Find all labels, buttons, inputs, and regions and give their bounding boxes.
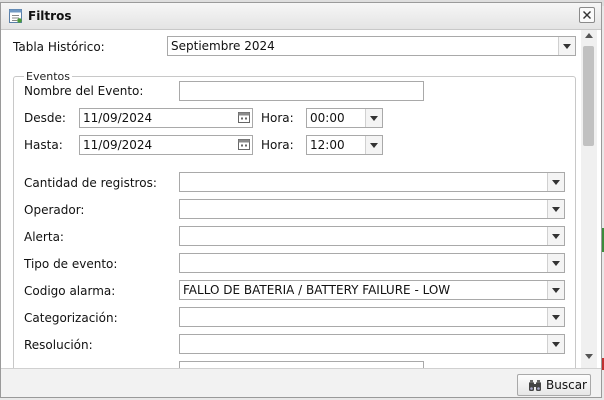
eventos-legend: Eventos [26, 70, 70, 83]
resolucion-dropdown-button[interactable] [547, 335, 564, 353]
chevron-down-icon [370, 116, 378, 121]
nombre-evento-label: Nombre del Evento: [24, 84, 144, 98]
cantidad-registros-select[interactable] [179, 172, 565, 192]
categorizacion-label: Categorización: [24, 311, 118, 325]
nombre-evento-input[interactable] [179, 81, 424, 101]
tipo-evento-select[interactable] [179, 253, 565, 273]
cantidad-registros-dropdown-button[interactable] [547, 173, 564, 191]
desde-hora-label: Hora: [261, 111, 294, 125]
operador-dropdown-button[interactable] [547, 200, 564, 218]
desde-hora-select[interactable]: 00:00 [306, 108, 383, 128]
codigo-alarma-dropdown-button[interactable] [547, 281, 564, 299]
chevron-down-icon [552, 261, 560, 266]
tabla-historico-dropdown-button[interactable] [558, 37, 575, 55]
buscar-button[interactable]: Buscar [517, 374, 591, 396]
codigo-alarma-value: FALLO DE BATERIA / BATTERY FAILURE - LOW [183, 283, 451, 297]
alerta-select[interactable] [179, 226, 565, 246]
hasta-date-input[interactable]: 11/09/2024 [79, 135, 253, 155]
chevron-down-icon [563, 44, 571, 49]
tabla-historico-value: Septiembre 2024 [171, 39, 275, 53]
partial-input-field[interactable] [179, 361, 424, 368]
alerta-dropdown-button[interactable] [547, 227, 564, 245]
codigo-alarma-label: Codigo alarma: [24, 284, 116, 298]
chevron-down-icon [552, 315, 560, 320]
categorizacion-select[interactable] [179, 307, 565, 327]
calendar-icon [238, 112, 250, 123]
desde-calendar-button[interactable] [237, 110, 251, 124]
content-scrollbar[interactable] [581, 30, 597, 368]
hasta-calendar-button[interactable] [237, 137, 251, 151]
chevron-down-icon [370, 143, 378, 148]
categorizacion-dropdown-button[interactable] [547, 308, 564, 326]
alerta-label: Alerta: [24, 230, 64, 244]
tipo-evento-dropdown-button[interactable] [547, 254, 564, 272]
dialog-footer: Buscar [1, 368, 601, 397]
desde-hora-dropdown-button[interactable] [365, 109, 382, 127]
desde-label: Desde: [24, 111, 66, 125]
hasta-hora-value: 12:00 [310, 138, 345, 152]
hasta-date-value: 11/09/2024 [83, 138, 153, 152]
scroll-up-icon[interactable] [585, 33, 593, 38]
chevron-down-icon [552, 180, 560, 185]
dialog-content: Tabla Histórico: Septiembre 2024 Eventos… [1, 30, 581, 368]
desde-hora-value: 00:00 [310, 111, 345, 125]
operador-label: Operador: [24, 203, 85, 217]
codigo-alarma-select[interactable]: FALLO DE BATERIA / BATTERY FAILURE - LOW [179, 280, 565, 300]
close-icon [583, 11, 591, 19]
tabla-historico-select[interactable]: Septiembre 2024 [167, 36, 576, 56]
cantidad-registros-label: Cantidad de registros: [24, 176, 157, 190]
chevron-down-icon [552, 288, 560, 293]
chevron-down-icon [552, 207, 560, 212]
hasta-hora-select[interactable]: 12:00 [306, 135, 383, 155]
filter-window-icon [9, 9, 22, 23]
resolucion-label: Resolución: [24, 338, 93, 352]
close-button[interactable] [579, 7, 595, 23]
desde-date-value: 11/09/2024 [83, 111, 153, 125]
desde-date-input[interactable]: 11/09/2024 [79, 108, 253, 128]
buscar-label: Buscar [546, 378, 587, 392]
hasta-hora-label: Hora: [261, 138, 294, 152]
filtros-dialog: Filtros Tabla Histórico: Septiembre 2024… [0, 2, 602, 398]
hasta-hora-dropdown-button[interactable] [365, 136, 382, 154]
dialog-title: Filtros [28, 9, 72, 23]
scrollbar-thumb[interactable] [583, 46, 594, 146]
calendar-icon [238, 139, 250, 150]
resolucion-select[interactable] [179, 334, 565, 354]
hasta-label: Hasta: [24, 138, 63, 152]
operador-select[interactable] [179, 199, 565, 219]
scroll-down-icon[interactable] [585, 354, 593, 359]
dialog-titlebar[interactable]: Filtros [1, 3, 601, 30]
binoculars-icon [529, 380, 541, 391]
tipo-evento-label: Tipo de evento: [24, 257, 118, 271]
chevron-down-icon [552, 342, 560, 347]
chevron-down-icon [552, 234, 560, 239]
tabla-historico-label: Tabla Histórico: [13, 40, 105, 54]
